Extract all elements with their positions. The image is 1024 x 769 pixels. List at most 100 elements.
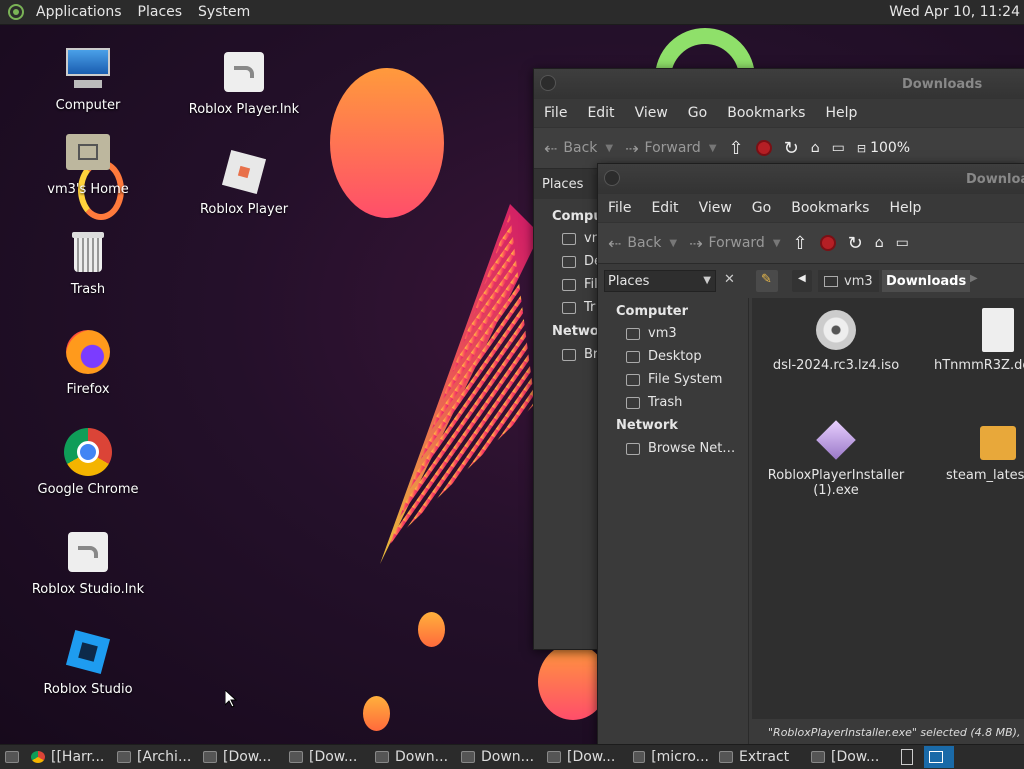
file-item[interactable]: RobloxPlayerInstaller (1).exe: [766, 418, 906, 498]
sidebar-item-desktop[interactable]: Desktop: [626, 349, 702, 364]
computer-button[interactable]: ▭: [896, 235, 909, 251]
task-item[interactable]: [[Harr...: [26, 746, 112, 768]
desktop-icon-label: Roblox Player.lnk: [188, 102, 300, 117]
breadcrumb-downloads[interactable]: Downloads: [882, 270, 971, 292]
sidebar-item-desktop[interactable]: De: [562, 254, 602, 269]
chevron-down-icon[interactable]: ▼: [709, 143, 717, 154]
up-button[interactable]: ⇧: [793, 233, 808, 254]
sidebar-item-trash[interactable]: Tr: [562, 300, 595, 315]
folder-icon: [375, 751, 389, 763]
task-item[interactable]: Extract: [714, 746, 806, 768]
menu-bookmarks[interactable]: Bookmarks: [717, 105, 815, 121]
system-menu[interactable]: System: [190, 4, 258, 20]
back-button[interactable]: ⇠ Back ▼: [608, 234, 677, 253]
task-item[interactable]: [Archi...: [112, 746, 198, 768]
desktop-icon-home[interactable]: vm3's Home: [28, 128, 148, 197]
home-icon: [626, 327, 640, 340]
desktop-icon-roblox-studio[interactable]: Roblox Studio: [28, 628, 148, 697]
sidebar-item-file-system[interactable]: File System: [626, 372, 722, 387]
chevron-left-icon: ◀: [798, 273, 806, 284]
sidebar-item-browse-network[interactable]: Br: [562, 347, 598, 362]
file-view[interactable]: dsl-2024.rc3.lz4.iso hTnmmR3Z.de RobloxP…: [752, 298, 1024, 719]
menu-file[interactable]: File: [534, 105, 577, 121]
computer-button[interactable]: ▭: [832, 140, 845, 156]
task-item[interactable]: Down...: [370, 746, 456, 768]
workspace-1[interactable]: [896, 746, 924, 768]
sidebar-item-vm3[interactable]: vm3: [626, 326, 677, 341]
desktop-icon-computer[interactable]: Computer: [28, 44, 148, 113]
applications-menu[interactable]: Applications: [28, 4, 130, 20]
task-item[interactable]: [Dow...: [542, 746, 628, 768]
places-menu[interactable]: Places: [130, 4, 191, 20]
pencil-icon: ✎: [761, 272, 772, 287]
window-titlebar[interactable]: Downloa: [598, 164, 1024, 194]
file-manager-window-front[interactable]: Downloa File Edit View Go Bookmarks Help…: [597, 163, 1024, 746]
desktop-icon-roblox-player-lnk[interactable]: Roblox Player.lnk: [184, 48, 304, 117]
window-menu-button[interactable]: [540, 75, 556, 91]
home-button[interactable]: ⌂: [811, 140, 820, 156]
sidebar-section-computer: Computer: [616, 304, 689, 319]
close-sidebar-icon[interactable]: ✕: [724, 272, 735, 287]
menu-file[interactable]: File: [598, 200, 641, 216]
firefox-icon: [64, 328, 112, 376]
window-menu-button[interactable]: [604, 170, 620, 186]
chevron-down-icon[interactable]: ▼: [605, 143, 613, 154]
menu-help[interactable]: Help: [879, 200, 931, 216]
desktop-icon-firefox[interactable]: Firefox: [28, 328, 148, 397]
chevron-down-icon[interactable]: ▼: [669, 238, 677, 249]
arrow-right-icon: ⇢: [625, 138, 639, 158]
reload-button[interactable]: ↻: [848, 233, 863, 254]
distro-logo-icon[interactable]: [8, 4, 24, 20]
breadcrumb-vm3[interactable]: vm3: [818, 270, 879, 292]
menu-bookmarks[interactable]: Bookmarks: [781, 200, 879, 216]
stop-button[interactable]: [755, 140, 772, 156]
back-button[interactable]: ⇠ Back ▼: [544, 139, 613, 158]
desktop-icon-trash[interactable]: Trash: [28, 228, 148, 297]
sidebar-item-trash[interactable]: Trash: [626, 395, 682, 410]
sidebar-item-home[interactable]: vn: [562, 231, 600, 246]
desktop-icon-chrome[interactable]: Google Chrome: [28, 428, 148, 497]
places-dropdown[interactable]: Places ▼: [604, 270, 716, 292]
forward-button[interactable]: ⇢ Forward ▼: [625, 139, 716, 158]
menubar: File Edit View Go Bookmarks Help: [534, 99, 1024, 127]
reload-button[interactable]: ↻: [784, 138, 799, 159]
desktop-icon-roblox-studio-lnk[interactable]: Roblox Studio.lnk: [28, 528, 148, 597]
task-item[interactable]: [Dow...: [198, 746, 284, 768]
places-header[interactable]: Places: [534, 169, 598, 199]
zoom-out-icon[interactable]: ⊟: [857, 142, 866, 155]
desktop-icon-roblox-player[interactable]: Roblox Player: [184, 148, 304, 217]
panel-clock[interactable]: Wed Apr 10, 11:24: [889, 4, 1020, 20]
menu-go[interactable]: Go: [742, 200, 781, 216]
workspace-2[interactable]: [924, 746, 954, 768]
drive-icon: [626, 373, 640, 386]
menu-edit[interactable]: Edit: [641, 200, 688, 216]
edit-location-button[interactable]: ✎: [756, 270, 778, 292]
breadcrumb-scroll-left[interactable]: ◀: [792, 270, 812, 292]
task-item[interactable]: [micro...: [628, 746, 714, 768]
window-titlebar[interactable]: Downloads: [534, 69, 1024, 99]
menu-view[interactable]: View: [625, 105, 678, 121]
sidebar-item-browse-network[interactable]: Browse Net…: [626, 441, 735, 456]
desktop-icon-label: vm3's Home: [47, 182, 129, 197]
menu-edit[interactable]: Edit: [577, 105, 624, 121]
file-item[interactable]: hTnmmR3Z.de: [928, 308, 1024, 373]
stop-button[interactable]: [819, 235, 836, 251]
chevron-right-icon[interactable]: ▶: [970, 273, 978, 284]
taskbar: [[Harr... [Archi... [Dow... [Dow... Down…: [0, 744, 1024, 769]
forward-button[interactable]: ⇢ Forward ▼: [689, 234, 780, 253]
folder-icon: [461, 751, 475, 763]
file-item[interactable]: dsl-2024.rc3.lz4.iso: [766, 308, 906, 373]
file-item[interactable]: steam_latest: [928, 418, 1024, 483]
show-desktop-button[interactable]: [0, 746, 26, 768]
menu-go[interactable]: Go: [678, 105, 717, 121]
chevron-down-icon[interactable]: ▼: [773, 238, 781, 249]
home-button[interactable]: ⌂: [875, 235, 884, 251]
zoom-control[interactable]: ⊟ 100%: [857, 140, 910, 156]
task-item[interactable]: [Dow...: [284, 746, 370, 768]
wallpaper-triangle: [380, 204, 540, 564]
task-item[interactable]: [Dow...: [806, 746, 896, 768]
up-button[interactable]: ⇧: [729, 138, 744, 159]
menu-view[interactable]: View: [689, 200, 742, 216]
task-item[interactable]: Down...: [456, 746, 542, 768]
menu-help[interactable]: Help: [815, 105, 867, 121]
